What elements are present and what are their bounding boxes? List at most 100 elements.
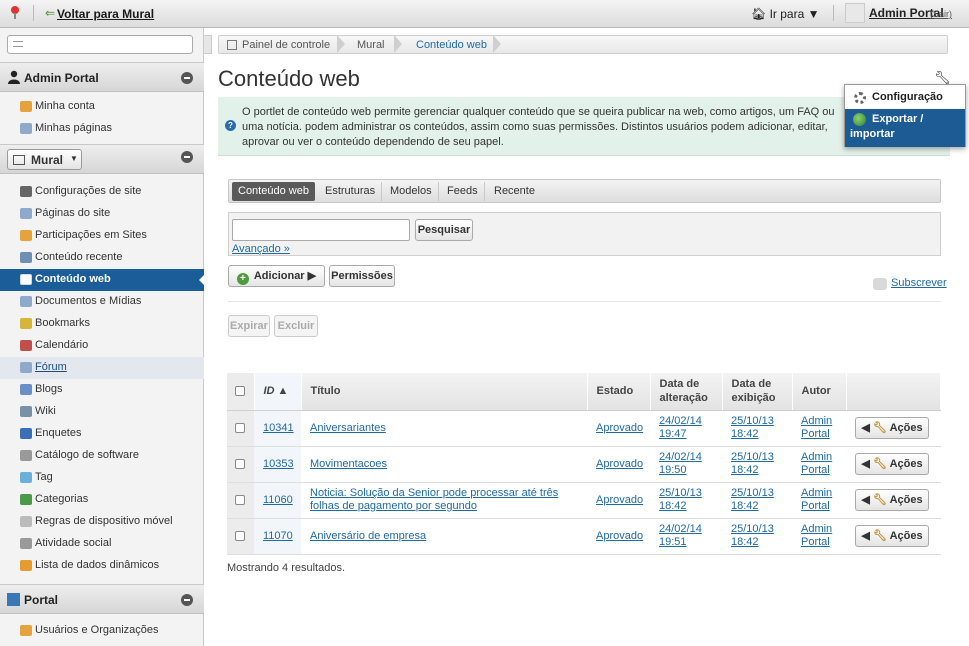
sidebar-item-poll[interactable]: Enquetes — [0, 423, 204, 445]
status-link[interactable]: Aprovado — [596, 530, 643, 542]
tab-structures[interactable]: Estruturas — [319, 182, 383, 201]
column-header-status[interactable]: Estado — [587, 373, 651, 411]
sidebar-item-calendar[interactable]: Calendário — [0, 335, 204, 357]
row-checkbox[interactable] — [235, 459, 245, 469]
id-link[interactable]: 11060 — [263, 494, 293, 506]
author-link[interactable]: Admin Portal — [801, 415, 835, 441]
sidebar-collapse-handle[interactable] — [204, 35, 212, 54]
advanced-search-link[interactable]: Avançado » — [232, 243, 290, 255]
collapse-icon[interactable] — [181, 594, 193, 606]
display-cell: 25/10/13 18:42 — [722, 410, 792, 447]
tab-templates[interactable]: Modelos — [384, 182, 439, 201]
display-link[interactable]: 25/10/13 18:42 — [731, 523, 775, 549]
title-link[interactable]: Noticia: Solução da Senior pode processa… — [310, 487, 558, 512]
collapse-icon[interactable] — [181, 72, 193, 84]
modified-link[interactable]: 25/10/13 18:42 — [659, 487, 703, 513]
title-link[interactable]: Movimentacoes — [310, 458, 387, 470]
display-link[interactable]: 25/10/13 18:42 — [731, 487, 775, 513]
subscribe-link[interactable]: Subscrever — [873, 277, 947, 290]
modified-link[interactable]: 24/02/14 19:50 — [659, 451, 703, 477]
tab-recent[interactable]: Recente — [488, 182, 541, 201]
sidebar-item-forum[interactable]: Fórum — [0, 357, 204, 379]
sidebar-item-gear[interactable]: Configurações de site — [0, 181, 204, 203]
tab-feeds[interactable]: Feeds — [441, 182, 485, 201]
search-input[interactable] — [232, 219, 410, 241]
sidebar-item-web-content[interactable]: Conteúdo web — [0, 269, 205, 291]
sidebar-search-input[interactable] — [7, 35, 193, 54]
column-header-id[interactable]: ID ▲ — [254, 373, 302, 411]
portal-panel-header[interactable]: Portal — [0, 584, 204, 614]
pin-icon[interactable] — [10, 5, 20, 19]
status-link[interactable]: Aprovado — [596, 494, 643, 506]
row-actions-button[interactable]: ◀ 🔧︎ Ações — [855, 417, 929, 439]
sidebar-item-my-pages[interactable]: Minhas páginas — [0, 118, 204, 140]
sidebar-item-software[interactable]: Catálogo de software — [0, 445, 204, 467]
author-link[interactable]: Admin Portal — [801, 523, 835, 549]
select-all-checkbox[interactable] — [235, 386, 245, 397]
display-link[interactable]: 25/10/13 18:42 — [731, 415, 775, 441]
column-header-display[interactable]: Data de exibição — [722, 373, 793, 411]
modified-link[interactable]: 24/02/14 19:47 — [659, 415, 703, 441]
wiki-icon — [20, 406, 32, 417]
sidebar-item-blogs[interactable]: Blogs — [0, 379, 204, 401]
status-link[interactable]: Aprovado — [596, 422, 643, 434]
id-cell: 10353 — [254, 446, 301, 483]
modified-cell: 24/02/14 19:47 — [650, 410, 722, 447]
sidebar-item-pages[interactable]: Páginas do site — [0, 203, 204, 225]
id-link[interactable]: 10353 — [263, 458, 294, 470]
sidebar-item-wiki[interactable]: Wiki — [0, 401, 204, 423]
avatar[interactable] — [845, 3, 865, 23]
social-icon — [20, 538, 32, 549]
delete-button[interactable]: Excluir — [274, 315, 318, 337]
menu-item-export-import[interactable]: Exportar / importar — [845, 109, 965, 147]
row-actions-button[interactable]: ◀ 🔧︎ Ações — [855, 525, 929, 547]
sidebar-item-social[interactable]: Atividade social — [0, 533, 204, 555]
go-to-menu[interactable]: 🏠︎ Ir para ▼ — [751, 7, 819, 21]
row-checkbox[interactable] — [235, 423, 245, 433]
sidebar-item-mobile[interactable]: Regras de dispositivo móvel — [0, 511, 204, 533]
admin-panel-header[interactable]: Admin Portal — [0, 62, 204, 92]
table-row: 10341 Aniversariantes Aprovado 24/02/14 19:… — [227, 410, 941, 447]
logout-link[interactable]: (Sair) — [930, 9, 952, 19]
menu-item-label: Exportar / — [872, 113, 924, 125]
id-link[interactable]: 11070 — [263, 530, 293, 542]
site-selector-button[interactable]: Mural ▼ — [7, 149, 82, 170]
author-link[interactable]: Admin Portal — [801, 487, 835, 513]
title-link[interactable]: Aniversariantes — [310, 422, 386, 434]
add-button[interactable]: + Adicionar ▶ — [228, 265, 325, 287]
sidebar-item-recent[interactable]: Conteúdo recente — [0, 247, 204, 269]
sidebar-item-categories[interactable]: Categorias — [0, 489, 204, 511]
row-checkbox[interactable] — [235, 531, 245, 541]
permissions-button[interactable]: Permissões — [329, 265, 395, 287]
row-actions-button[interactable]: ◀ 🔧︎ Ações — [855, 453, 929, 475]
column-header-modified[interactable]: Data de alteração — [650, 373, 723, 411]
author-cell: Admin Portal — [792, 518, 846, 555]
tab-web-content[interactable]: Conteúdo web — [232, 182, 315, 201]
display-link[interactable]: 25/10/13 18:42 — [731, 451, 775, 477]
author-link[interactable]: Admin Portal — [801, 451, 835, 477]
sidebar-item-my-account[interactable]: Minha conta — [0, 96, 204, 118]
row-actions-button[interactable]: ◀ 🔧︎ Ações — [855, 489, 929, 511]
status-link[interactable]: Aprovado — [596, 458, 643, 470]
sidebar-item-users[interactable]: Participações em Sites — [0, 225, 204, 247]
search-button[interactable]: Pesquisar — [415, 219, 473, 241]
menu-item-configuration[interactable]: Configuração — [845, 85, 965, 109]
collapse-icon[interactable] — [181, 151, 193, 163]
column-header-author[interactable]: Autor — [792, 373, 847, 411]
modified-link[interactable]: 24/02/14 19:51 — [659, 523, 703, 549]
control-panel-sidebar: Admin Portal Minha conta Minhas páginas … — [0, 28, 205, 646]
sidebar-item-list[interactable]: Lista de dados dinâmicos — [0, 555, 204, 577]
id-link[interactable]: 10341 — [263, 422, 294, 434]
column-header-title[interactable]: Título — [301, 373, 588, 411]
breadcrumb-item[interactable]: Mural — [357, 39, 385, 51]
sidebar-item-users-orgs[interactable]: Usuários e Organizações — [0, 620, 204, 642]
back-to-site-link[interactable]: Voltar para Mural — [57, 7, 154, 21]
sidebar-item-documents[interactable]: Documentos e Mídias — [0, 291, 204, 313]
breadcrumb-item[interactable]: Painel de controle — [242, 39, 330, 51]
expire-button[interactable]: Expirar — [228, 315, 270, 337]
row-checkbox[interactable] — [235, 495, 245, 505]
sidebar-item-bookmark[interactable]: Bookmarks — [0, 313, 204, 335]
sidebar-item-tag[interactable]: Tag — [0, 467, 204, 489]
breadcrumb-item[interactable]: Conteúdo web — [416, 39, 487, 51]
title-link[interactable]: Aniversário de empresa — [310, 530, 426, 542]
